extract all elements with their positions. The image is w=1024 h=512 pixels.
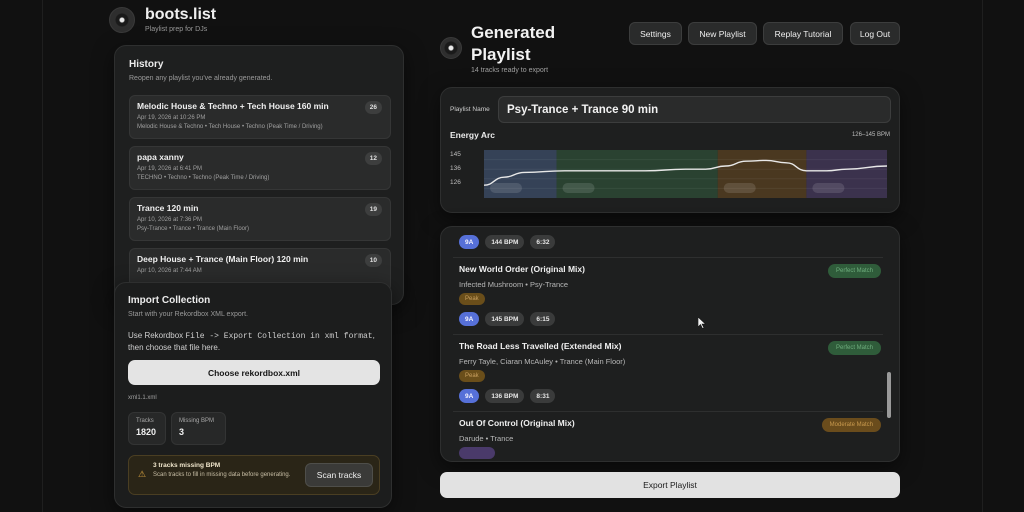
- history-item-date: Apr 19, 2026 at 10:26 PM: [137, 115, 206, 121]
- track-meta: 9A 145 BPM 6:15: [459, 312, 556, 326]
- playlist-name-label: Playlist Name: [450, 106, 490, 113]
- key-pill: 9A: [459, 312, 480, 326]
- history-item-tags: TECHNO • Techno • Techno (Peak Time / Dr…: [137, 175, 270, 181]
- disc-icon: [440, 37, 462, 59]
- disc-icon: [109, 7, 135, 33]
- history-item-count: 10: [364, 254, 382, 267]
- history-item-tags: Melodic House & Techno • Tech House • Te…: [137, 124, 323, 130]
- settings-button[interactable]: Settings: [629, 22, 682, 45]
- history-item-name: Trance 120 min: [137, 203, 199, 213]
- length-pill: 6:15: [530, 312, 556, 326]
- scan-tracks-button[interactable]: Scan tracks: [305, 463, 373, 487]
- energy-arc-range: 126–145 BPM: [851, 132, 890, 138]
- energy-arc-chart: [484, 150, 887, 198]
- y-tick-label: 126: [450, 179, 461, 186]
- warning-icon: ⚠: [138, 469, 147, 479]
- stat-value: 3: [179, 427, 185, 437]
- app-logo: [109, 7, 135, 33]
- import-title: Import Collection: [128, 295, 211, 306]
- key-pill: 9A: [459, 235, 480, 249]
- history-panel: History Reopen any playlist you've alrea…: [114, 45, 404, 305]
- generated-subtitle: 14 tracks ready to export: [471, 67, 549, 74]
- energy-arc-title: Energy Arc: [450, 130, 496, 140]
- y-tick-label: 136: [450, 165, 461, 172]
- history-item-count: 12: [364, 152, 382, 165]
- y-tick-label: 145: [450, 151, 461, 158]
- export-playlist-button[interactable]: Export Playlist: [440, 472, 900, 498]
- log-out-button[interactable]: Log Out: [850, 22, 900, 45]
- bpm-pill: 145 BPM: [485, 312, 525, 326]
- track-title: The Road Less Travelled (Extended Mix): [459, 341, 622, 351]
- match-badge: Moderate Match: [821, 418, 881, 432]
- energy-pill: Peak: [459, 293, 485, 305]
- history-title: History: [129, 59, 164, 70]
- mouse-cursor-icon: [698, 317, 706, 329]
- new-playlist-button[interactable]: New Playlist: [688, 22, 757, 45]
- history-item[interactable]: Trance 120 min Apr 10, 2026 at 7:36 PM P…: [129, 197, 391, 241]
- track-artist: Darude • Trance: [459, 434, 514, 443]
- choose-file-button[interactable]: Choose rekordbox.xml: [128, 360, 380, 385]
- track-row[interactable]: New World Order (Original Mix) Infected …: [459, 264, 883, 289]
- track-row[interactable]: Out Of Control (Original Mix) Darude • T…: [459, 418, 883, 443]
- history-item[interactable]: papa xanny Apr 19, 2026 at 6:41 PM TECHN…: [129, 146, 391, 190]
- track-title: New World Order (Original Mix): [459, 264, 585, 274]
- history-item-date: Apr 10, 2026 at 7:44 AM: [137, 268, 202, 274]
- frame-edge-right: [982, 0, 983, 512]
- import-subtitle: Start with your Rekordbox XML export.: [128, 311, 248, 318]
- energy-pill: [459, 447, 495, 459]
- history-item-tags: Psy-Trance • Trance • Trance (Main Floor…: [137, 226, 250, 232]
- history-item-date: Apr 19, 2026 at 6:41 PM: [137, 166, 203, 172]
- match-badge: Perfect Match: [827, 264, 881, 278]
- app-title: boots.list: [145, 6, 217, 23]
- import-instructions: Use Rekordbox File -> Export Collection …: [128, 330, 378, 353]
- history-item-count: 19: [364, 203, 382, 216]
- playlist-panel: Playlist Name Psy-Trance + Trance 90 min…: [440, 87, 900, 213]
- import-desc-code: File -> Export Collection in xml format: [185, 332, 373, 341]
- energy-pill: Peak: [459, 370, 485, 382]
- import-desc-prefix: Use Rekordbox: [128, 331, 186, 340]
- track-artist: Infected Mushroom • Psy-Trance: [459, 280, 569, 289]
- track-meta: 9A 136 BPM 8:31: [459, 389, 556, 403]
- warning-text: Scan tracks to fill in missing data befo…: [153, 472, 291, 478]
- history-item-name: Melodic House & Techno + Tech House 160 …: [137, 101, 329, 111]
- tracks-stat: Tracks 1820: [128, 412, 166, 445]
- stat-label: Tracks: [136, 418, 154, 424]
- key-pill: 9A: [459, 389, 480, 403]
- length-pill: 8:31: [530, 389, 556, 403]
- history-subtitle: Reopen any playlist you've already gener…: [129, 75, 273, 82]
- bpm-pill: 144 BPM: [485, 235, 525, 249]
- track-meta: 9A 144 BPM 6:32: [459, 235, 556, 249]
- match-badge: Perfect Match: [827, 341, 881, 355]
- import-panel: Import Collection Start with your Rekord…: [114, 282, 392, 508]
- missing-bpm-warning: ⚠ 3 tracks missing BPM Scan tracks to fi…: [128, 455, 380, 495]
- bpm-pill: 136 BPM: [485, 389, 525, 403]
- app-subtitle: Playlist prep for DJs: [145, 26, 208, 33]
- stat-value: 1820: [136, 427, 157, 437]
- playlist-disc: [440, 37, 462, 59]
- stat-label: Missing BPM: [179, 418, 215, 424]
- history-item-date: Apr 10, 2026 at 7:36 PM: [137, 217, 203, 223]
- length-pill: 6:32: [530, 235, 556, 249]
- replay-tutorial-button[interactable]: Replay Tutorial: [763, 22, 843, 45]
- generated-title: Generated Playlist: [471, 23, 556, 64]
- track-divider: [453, 334, 883, 335]
- track-divider: [453, 411, 883, 412]
- missing-bpm-stat: Missing BPM 3: [171, 412, 226, 445]
- track-divider: [453, 257, 883, 258]
- frame-edge-left: [42, 0, 43, 512]
- track-title: Out Of Control (Original Mix): [459, 418, 575, 428]
- playlist-name-input[interactable]: Psy-Trance + Trance 90 min: [498, 96, 891, 123]
- tracks-scrollbar[interactable]: [887, 372, 891, 418]
- history-item-count: 26: [364, 101, 382, 114]
- selected-file-name: xml1.1.xml: [128, 395, 157, 401]
- history-item-name: Deep House + Trance (Main Floor) 120 min: [137, 254, 309, 264]
- tracks-panel: 9A 144 BPM 6:32 New World Order (Origina…: [440, 226, 900, 462]
- history-item[interactable]: Melodic House & Techno + Tech House 160 …: [129, 95, 391, 139]
- history-item-name: papa xanny: [137, 152, 184, 162]
- track-row[interactable]: The Road Less Travelled (Extended Mix) F…: [459, 341, 883, 366]
- track-artist: Ferry Tayle, Ciaran McAuley • Trance (Ma…: [459, 357, 626, 366]
